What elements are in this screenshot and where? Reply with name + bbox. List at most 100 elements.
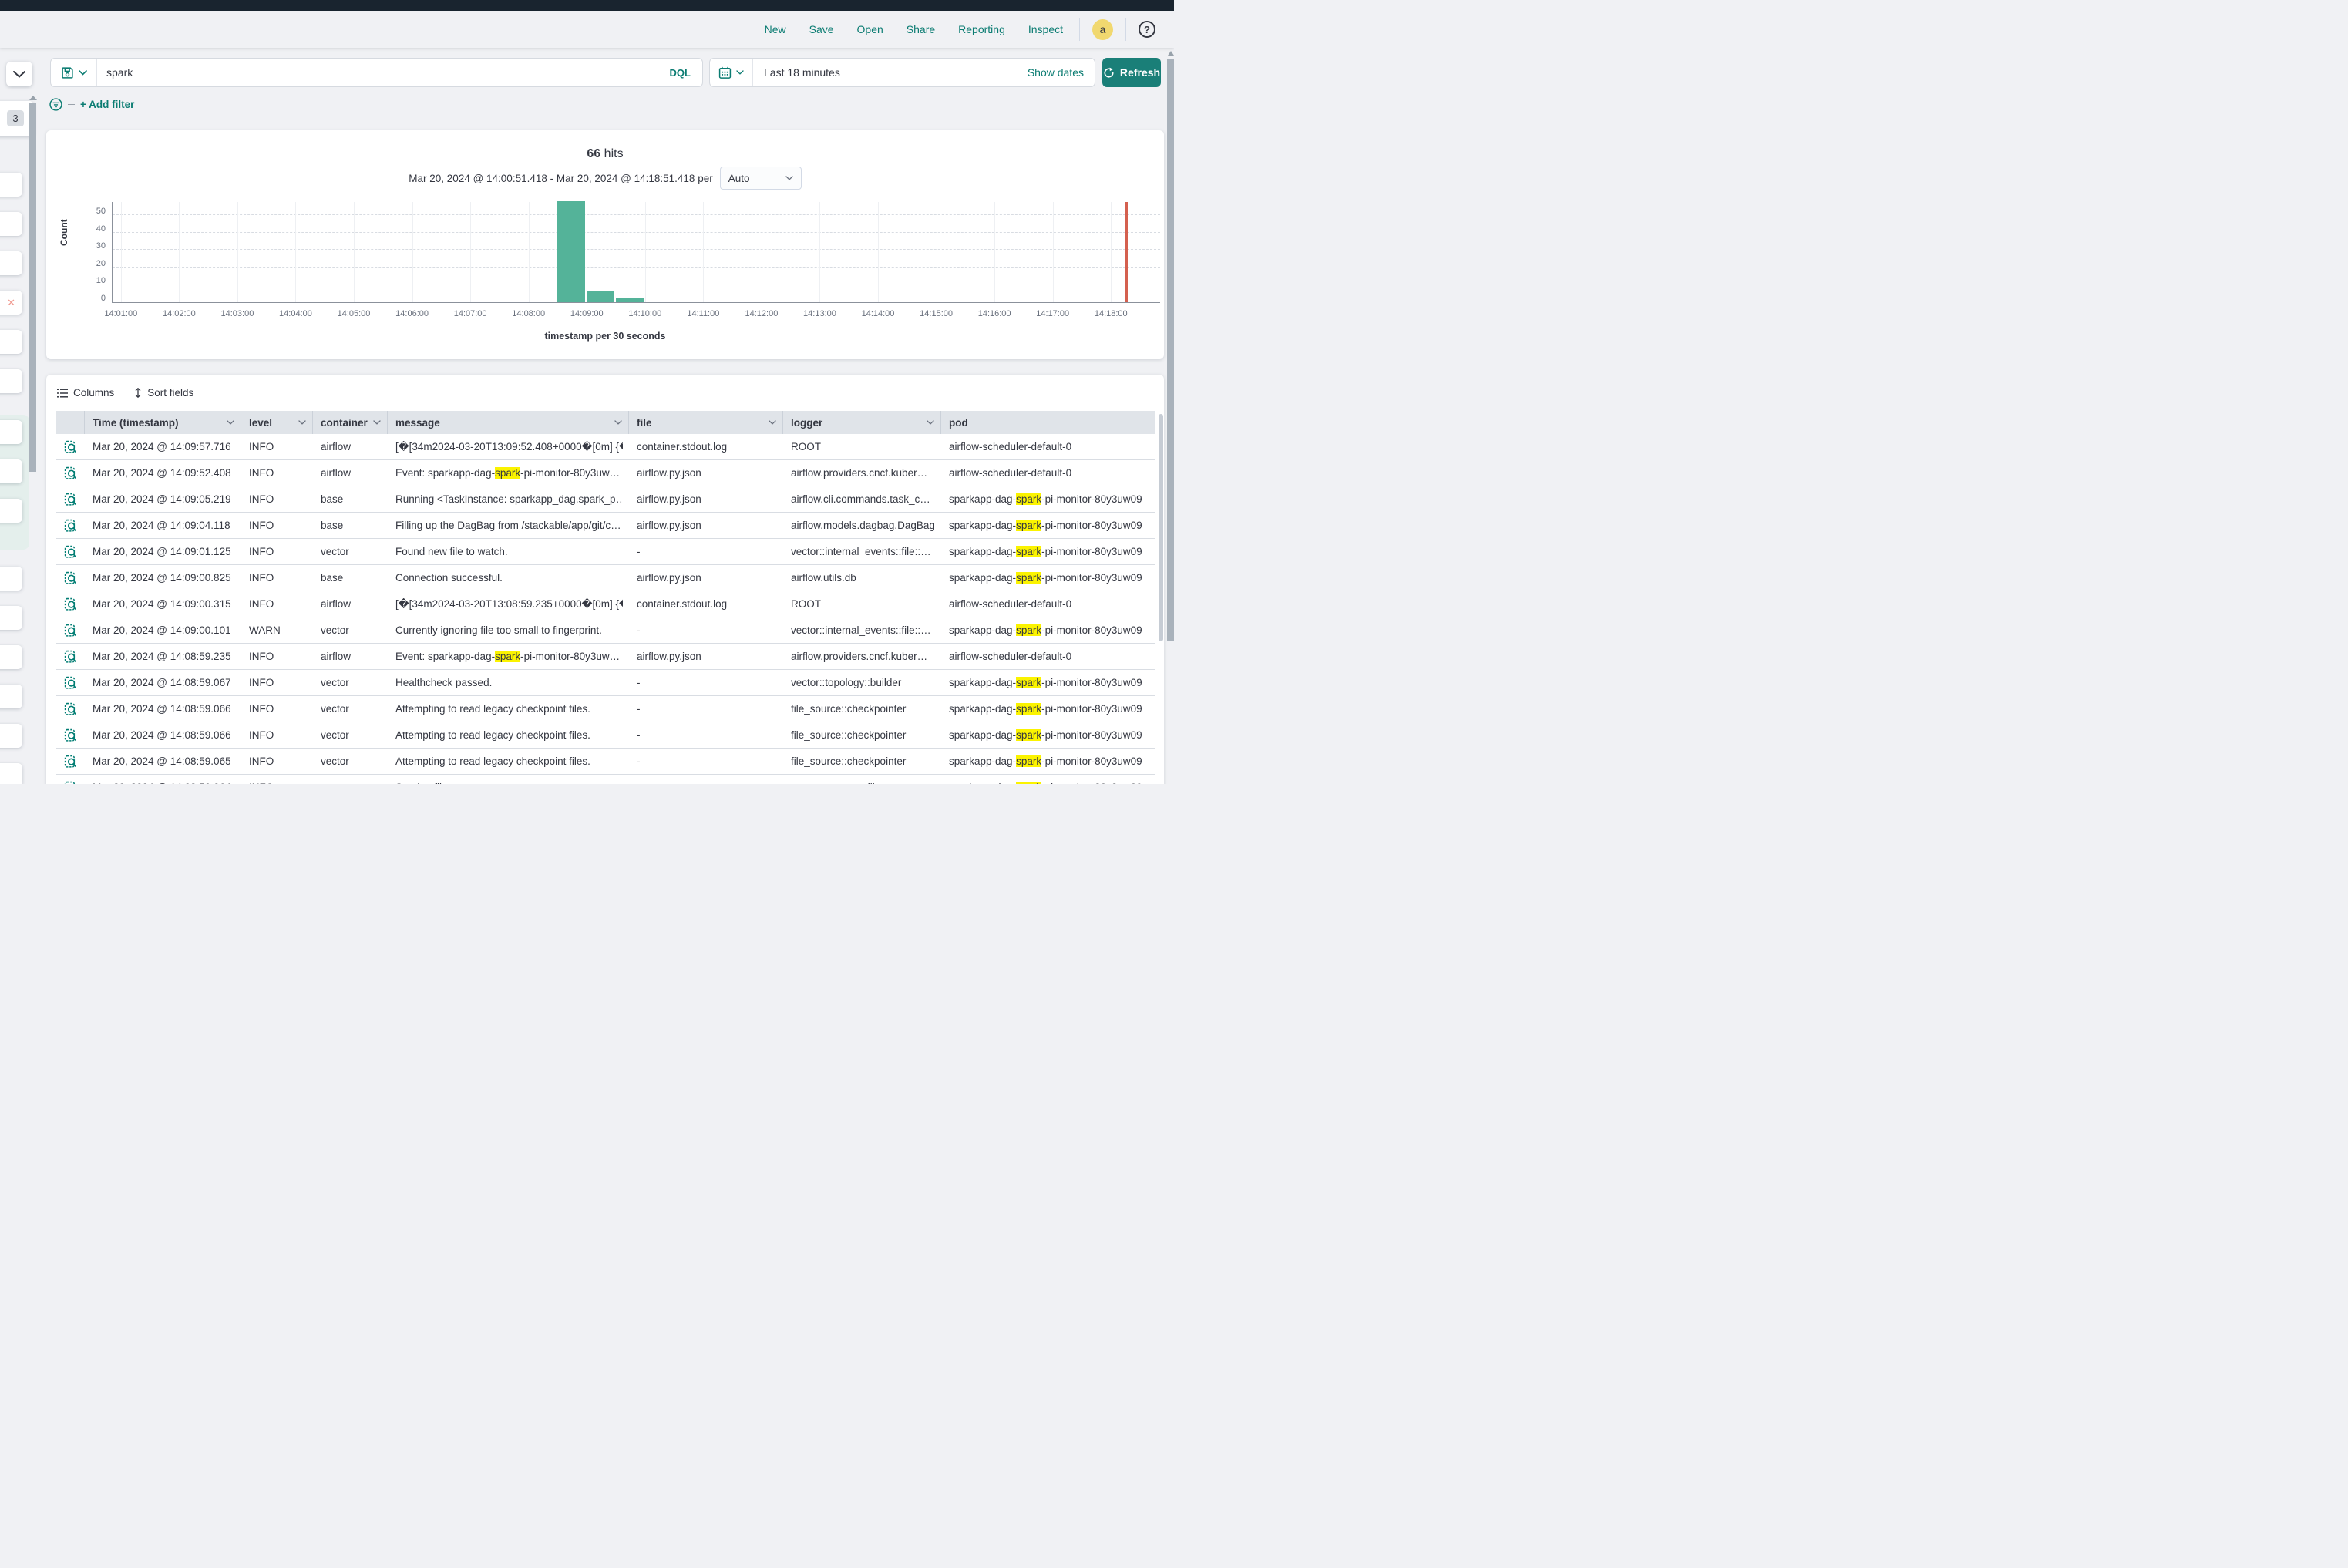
field-button[interactable] (0, 685, 22, 708)
inspect-document-icon[interactable] (64, 597, 77, 611)
chevron-down-icon[interactable] (614, 420, 622, 425)
histogram-bar[interactable] (557, 201, 585, 302)
field-button[interactable] (0, 251, 22, 275)
table-row: Mar 20, 2024 @ 14:09:05.219INFObaseRunni… (56, 486, 1155, 513)
sidebar-collapse-button[interactable] (6, 62, 32, 86)
inspect-document-icon[interactable] (64, 702, 77, 716)
inspect-document-icon[interactable] (64, 676, 77, 690)
columns-label: Columns (73, 387, 114, 399)
field-button[interactable] (0, 369, 22, 393)
add-filter-button[interactable]: + Add filter (80, 99, 134, 110)
inspect-document-icon[interactable] (64, 781, 77, 785)
cell-expand[interactable] (56, 460, 85, 486)
cell-expand[interactable] (56, 486, 85, 512)
cell-expand[interactable] (56, 775, 85, 784)
interval-select[interactable]: Auto (720, 167, 802, 190)
nav-item-reporting[interactable]: Reporting (958, 23, 1005, 35)
field-button[interactable] (0, 645, 22, 669)
column-header-container[interactable]: container (313, 411, 388, 434)
histogram-plot[interactable]: 0102030405014:01:0014:02:0014:03:0014:04… (112, 202, 1160, 303)
cell-expand[interactable] (56, 722, 85, 748)
cell-expand[interactable] (56, 617, 85, 643)
x-axis-tick: 14:11:00 (687, 309, 719, 318)
cell-expand[interactable] (56, 670, 85, 695)
chevron-down-icon[interactable] (227, 420, 234, 425)
date-quick-select[interactable] (710, 59, 753, 86)
calendar-icon (718, 66, 732, 79)
page-scroll-up-arrow[interactable] (1168, 51, 1174, 56)
x-axis-tick: 14:10:00 (628, 309, 661, 318)
query-language-button[interactable]: DQL (658, 59, 702, 86)
table-row: Mar 20, 2024 @ 14:08:59.067INFOvectorHea… (56, 670, 1155, 696)
time-range-value[interactable]: Last 18 minutes (753, 66, 1028, 79)
cell-expand[interactable] (56, 749, 85, 774)
column-header-message[interactable]: message (388, 411, 629, 434)
inspect-document-icon[interactable] (64, 624, 77, 638)
cell-expand[interactable] (56, 513, 85, 538)
query-input[interactable]: spark (97, 66, 658, 79)
close-icon[interactable]: ✕ (7, 297, 15, 309)
nav-item-save[interactable]: Save (809, 23, 834, 35)
sidebar-scrollbar[interactable] (29, 103, 36, 472)
sidebar-scroll-up-arrow[interactable] (29, 96, 37, 100)
inspect-document-icon[interactable] (64, 493, 77, 506)
cell-pod: airflow-scheduler-default-0 (941, 644, 1155, 669)
cell-expand[interactable] (56, 591, 85, 617)
cell-expand[interactable] (56, 539, 85, 564)
cell-expand[interactable] (56, 644, 85, 669)
x-gridline (412, 202, 413, 302)
inspect-document-icon[interactable] (64, 519, 77, 533)
column-header-logger[interactable]: logger (783, 411, 941, 434)
page-scrollbar[interactable] (1167, 59, 1174, 641)
cell-expand[interactable] (56, 565, 85, 591)
field-button[interactable] (0, 499, 22, 523)
avatar[interactable]: a (1092, 19, 1113, 40)
cell-expand[interactable] (56, 434, 85, 459)
inspect-document-icon[interactable] (64, 466, 77, 480)
x-gridline (1111, 202, 1112, 302)
column-header-time[interactable]: Time (timestamp) (85, 411, 241, 434)
nav-item-new[interactable]: New (765, 23, 786, 35)
histogram-bar[interactable] (587, 291, 614, 302)
nav-item-share[interactable]: Share (907, 23, 935, 35)
field-button[interactable] (0, 173, 22, 197)
inspect-document-icon[interactable] (64, 571, 77, 585)
sort-fields-button[interactable]: Sort fields (134, 387, 193, 399)
histogram-bar[interactable] (616, 298, 644, 302)
field-button[interactable] (0, 330, 22, 354)
chevron-down-icon[interactable] (298, 420, 306, 425)
field-button[interactable] (0, 763, 22, 784)
nav-item-open[interactable]: Open (857, 23, 883, 35)
help-icon[interactable]: ? (1139, 21, 1155, 38)
column-header-label: message (395, 417, 440, 429)
show-dates-button[interactable]: Show dates (1028, 66, 1095, 79)
cell-logger: vector::topology::builder (783, 670, 941, 695)
field-button[interactable] (0, 724, 22, 748)
field-button[interactable] (0, 606, 22, 630)
chevron-down-icon[interactable] (373, 420, 381, 425)
inspect-document-icon[interactable] (64, 650, 77, 664)
inspect-document-icon[interactable] (64, 755, 77, 769)
table-scrollbar[interactable] (1159, 414, 1163, 641)
nav-item-inspect[interactable]: Inspect (1028, 23, 1063, 35)
field-button[interactable] (0, 459, 22, 483)
field-button[interactable] (0, 567, 22, 591)
inspect-document-icon[interactable] (64, 728, 77, 742)
columns-button[interactable]: Columns (57, 387, 114, 399)
saved-query-menu[interactable] (51, 59, 97, 86)
column-header-pod[interactable]: pod (941, 411, 1155, 434)
chevron-down-icon[interactable] (927, 420, 934, 425)
cell-message: [�[34m2024-03-20T13:08:59.235+0000�[0m] … (388, 591, 629, 617)
refresh-button[interactable]: Refresh (1102, 58, 1161, 87)
field-button[interactable] (0, 212, 22, 236)
field-button[interactable]: ✕ (0, 291, 22, 315)
column-header-level[interactable]: level (241, 411, 313, 434)
x-gridline (994, 202, 995, 302)
chevron-down-icon[interactable] (769, 420, 776, 425)
filter-icon[interactable] (49, 98, 62, 111)
inspect-document-icon[interactable] (64, 440, 77, 454)
column-header-file[interactable]: file (629, 411, 783, 434)
inspect-document-icon[interactable] (64, 545, 77, 559)
cell-expand[interactable] (56, 696, 85, 722)
field-button[interactable] (0, 420, 22, 444)
